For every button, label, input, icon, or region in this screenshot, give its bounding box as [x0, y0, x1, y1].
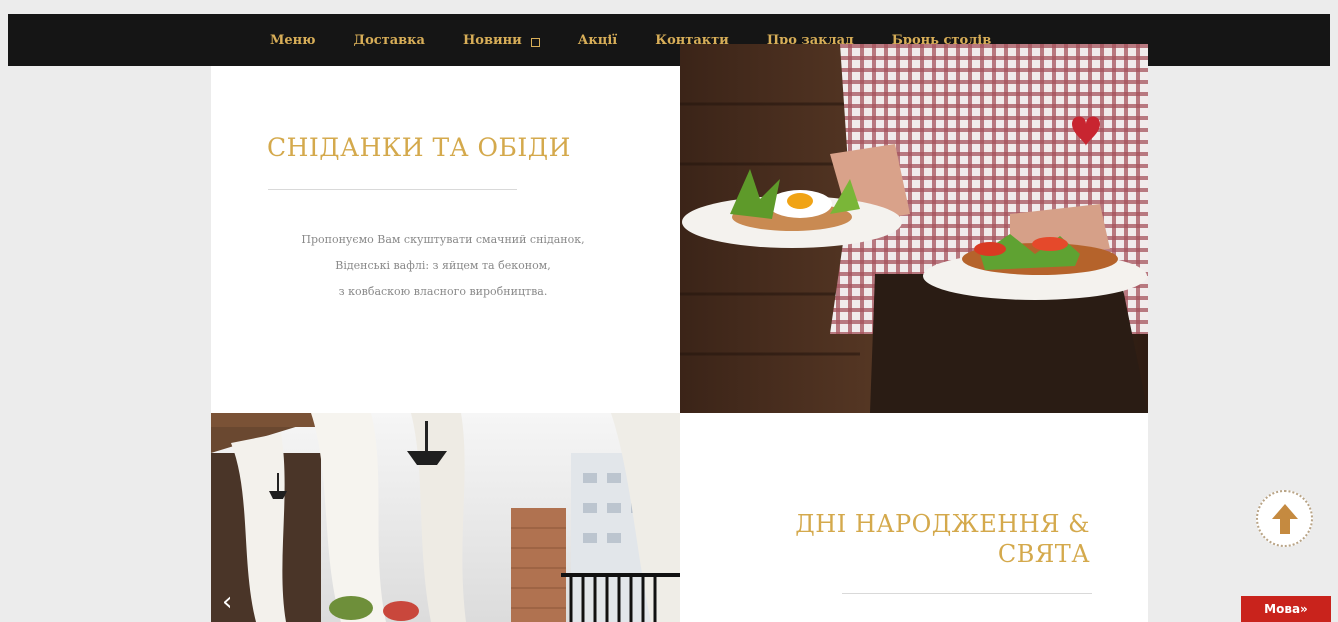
breakfast-title: СНІДАНКИ ТА ОБІДИ	[267, 133, 571, 162]
title-line: СВЯТА	[997, 540, 1090, 568]
nav-item-delivery[interactable]: Доставка	[354, 33, 425, 48]
language-button[interactable]: Мова»	[1241, 596, 1331, 622]
breakfast-description: Пропонуємо Вам скуштувати смачний снідан…	[243, 227, 643, 305]
arrow-up-icon	[1271, 503, 1298, 534]
scroll-to-top-button[interactable]	[1256, 490, 1313, 547]
dropdown-indicator-icon[interactable]	[530, 37, 540, 47]
description-line: Віденські вафлі: з яйцем та беконом,	[335, 259, 551, 272]
nav-item-label: Меню	[270, 32, 316, 48]
nav-item-news[interactable]: Новини	[463, 33, 540, 48]
description-line: Пропонуємо Вам скуштувати смачний снідан…	[301, 233, 585, 246]
title-divider	[842, 593, 1092, 594]
events-title: ДНІ НАРОДЖЕННЯ & СВЯТА	[740, 509, 1090, 569]
nav-item-label: Акції	[577, 32, 618, 48]
nav-item-promotions[interactable]: Акції	[578, 33, 617, 48]
slider-prev-button[interactable]: ‹	[222, 587, 248, 617]
nav-item-label: Доставка	[353, 32, 425, 48]
waiter-breakfast-photo	[680, 44, 1148, 413]
terrace-photo	[211, 413, 680, 622]
description-line: з ковбаскою власного виробництва.	[338, 285, 548, 298]
title-divider	[268, 189, 517, 190]
title-line: ДНІ НАРОДЖЕННЯ &	[795, 510, 1090, 538]
nav-item-label: Новини	[462, 32, 522, 48]
nav-item-menu[interactable]: Меню	[270, 33, 316, 48]
